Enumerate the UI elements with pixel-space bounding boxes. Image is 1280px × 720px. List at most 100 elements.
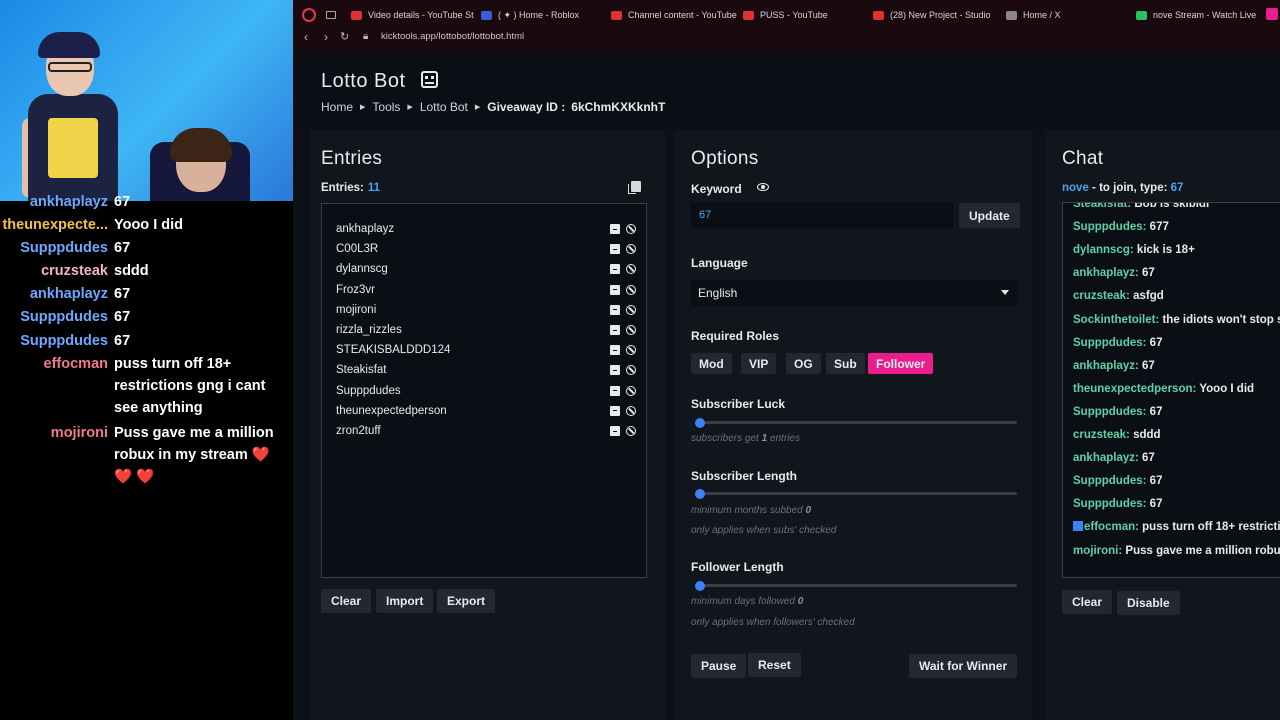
ban-icon[interactable]: [626, 224, 636, 234]
url-field[interactable]: kicktools.app/lottobot/lottobot.html: [381, 31, 524, 42]
ban-icon[interactable]: [626, 284, 636, 295]
stream-chat-message: effocman puss turn off 18+ restrictions g…: [0, 353, 274, 419]
follower-length-slider[interactable]: [695, 581, 1017, 591]
chat-username[interactable]: Supppdudes:: [1073, 337, 1146, 349]
copy-icon[interactable]: [628, 181, 641, 194]
browser-tab[interactable]: ( ✦ ) Home - Roblox: [481, 6, 606, 24]
ban-icon[interactable]: [626, 244, 636, 255]
stream-chat-message: Supppdudes 67: [0, 237, 274, 259]
reload-icon[interactable]: ↻: [340, 30, 349, 43]
chat-message: mojironi: Puss gave me a million robu: [1073, 545, 1280, 557]
chat-username[interactable]: Supppdudes:: [1073, 221, 1146, 233]
ban-icon[interactable]: [626, 405, 636, 416]
chat-username[interactable]: mojironi:: [1073, 545, 1122, 557]
browser-tab[interactable]: PUSS - YouTube: [743, 6, 868, 24]
slider-handle[interactable]: [695, 489, 705, 499]
language-select[interactable]: English: [691, 280, 1017, 306]
stream-chat-username: Supppdudes: [20, 333, 108, 349]
browser-tab[interactable]: Channel content - YouTube: [611, 6, 739, 24]
clear-entries-button[interactable]: Clear: [321, 589, 372, 613]
remove-entry-icon[interactable]: [610, 365, 620, 376]
chat-username[interactable]: Supppdudes:: [1073, 475, 1146, 487]
stream-chat-message: mojironi Puss gave me a million robux in …: [0, 422, 274, 488]
browser-tab[interactable]: (28) New Project - Studio: [873, 6, 1001, 24]
remove-entry-icon[interactable]: [610, 405, 620, 416]
breadcrumb: Home ▶ Tools ▶ Lotto Bot ▶ Giveaway ID :…: [321, 100, 665, 114]
subscriber-length-slider[interactable]: [695, 489, 1017, 499]
remove-entry-icon[interactable]: [610, 284, 620, 295]
import-button[interactable]: Import: [376, 589, 434, 613]
remove-entry-icon[interactable]: [610, 304, 620, 315]
role-vip-button[interactable]: VIP: [741, 353, 777, 374]
chat-username[interactable]: Sockinthetoilet:: [1073, 314, 1159, 326]
slider-handle[interactable]: [695, 418, 705, 428]
chat-username[interactable]: Supppdudes:: [1073, 406, 1146, 418]
slider-handle[interactable]: [695, 581, 705, 591]
pause-button[interactable]: Pause: [691, 654, 747, 678]
browser-tab[interactable]: Video details - YouTube St: [351, 6, 476, 24]
chat-username[interactable]: theunexpectedperson:: [1073, 383, 1196, 395]
disable-chat-button[interactable]: Disable: [1117, 591, 1180, 615]
chat-username[interactable]: dylannscg:: [1073, 244, 1134, 256]
chat-username[interactable]: ankhaplayz:: [1073, 452, 1139, 464]
keyword-input[interactable]: [691, 202, 953, 228]
stream-chat-text: sddd: [114, 263, 149, 279]
entry-row: Supppdudes: [336, 381, 636, 401]
export-button[interactable]: Export: [437, 589, 496, 613]
breadcrumb-separator-icon: ▶: [407, 104, 413, 111]
browser-tab[interactable]: Home / X: [1006, 6, 1131, 24]
forward-icon[interactable]: ›: [324, 30, 328, 44]
remove-entry-icon[interactable]: [610, 224, 620, 234]
wait-for-winner-button[interactable]: Wait for Winner: [909, 654, 1018, 678]
role-follower-button[interactable]: Follower: [868, 353, 934, 374]
entries-count: 11: [367, 182, 380, 194]
stream-chat-username: Supppdudes: [20, 240, 108, 256]
role-sub-button[interactable]: Sub: [826, 353, 865, 374]
browser-tab[interactable]: nove Stream - Watch Live: [1136, 6, 1261, 24]
subscriber-luck-slider[interactable]: [695, 418, 1017, 428]
remove-entry-icon[interactable]: [610, 244, 620, 255]
remove-entry-icon[interactable]: [610, 385, 620, 396]
ban-icon[interactable]: [626, 264, 636, 275]
remove-entry-icon[interactable]: [610, 264, 620, 275]
chat-username[interactable]: ankhaplayz:: [1073, 360, 1139, 372]
tab-label: nove Stream - Watch Live: [1153, 10, 1257, 20]
ban-icon[interactable]: [626, 345, 636, 356]
chat-username[interactable]: ankhaplayz:: [1073, 267, 1139, 279]
language-label: Language: [691, 256, 748, 270]
breadcrumb-lotto-bot[interactable]: Lotto Bot: [420, 100, 468, 114]
tab-list-icon[interactable]: [326, 11, 336, 19]
tab-bar: Video details - YouTube St ( ✦ ) Home - R…: [293, 0, 1280, 28]
ban-icon[interactable]: [626, 385, 636, 396]
ban-icon[interactable]: [626, 304, 636, 315]
stream-chat-message: ankhaplayz 67: [0, 283, 274, 305]
chat-username[interactable]: Steakisfat:: [1073, 203, 1131, 210]
chat-text: 67: [1142, 267, 1155, 280]
entry-username: ankhaplayz: [336, 223, 395, 235]
remove-entry-icon[interactable]: [610, 426, 620, 436]
remove-entry-icon[interactable]: [610, 345, 620, 356]
clear-chat-button[interactable]: Clear: [1062, 590, 1113, 614]
chat-username[interactable]: effocman:: [1084, 521, 1139, 533]
breadcrumb-tools[interactable]: Tools: [372, 100, 400, 114]
stream-chat-text: Puss gave me a million robux in my strea…: [114, 425, 274, 485]
eye-icon[interactable]: [757, 183, 769, 191]
browser-logo-icon: [302, 8, 316, 22]
reset-button[interactable]: Reset: [748, 653, 801, 677]
ban-icon[interactable]: [626, 325, 636, 335]
chat-username[interactable]: cruzsteak:: [1073, 290, 1130, 302]
ban-icon[interactable]: [626, 426, 636, 436]
ban-icon[interactable]: [626, 365, 636, 376]
stream-chat-text: 67: [114, 286, 131, 302]
chat-username[interactable]: Supppdudes:: [1073, 498, 1146, 510]
breadcrumb-home[interactable]: Home: [321, 100, 353, 114]
update-button[interactable]: Update: [959, 203, 1020, 228]
stream-chat-message: ankhaplayz 67: [0, 191, 274, 213]
chat-username[interactable]: cruzsteak:: [1073, 429, 1130, 441]
extensions-icon[interactable]: [1266, 8, 1278, 20]
role-mod-button[interactable]: Mod: [691, 353, 732, 374]
entries-title: Entries: [321, 148, 383, 169]
back-icon[interactable]: ‹: [304, 30, 308, 44]
remove-entry-icon[interactable]: [610, 325, 620, 335]
role-og-button[interactable]: OG: [786, 353, 821, 374]
